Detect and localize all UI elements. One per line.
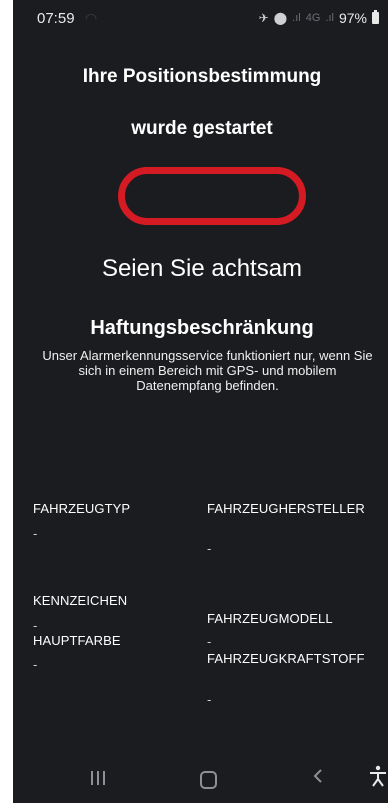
signal-icon: .ıl (292, 12, 301, 24)
plate-value: - (33, 618, 38, 633)
signal-icon-2: .ıl (325, 12, 334, 24)
heading-line-2: wurde gestartet (131, 118, 273, 139)
main-color-label: HAUPTFARBE (33, 633, 121, 648)
vehicle-type-label: FAHRZEUGTYP (33, 501, 131, 516)
status-bar: 07:59 ◠ ✈ ⬤ .ıl 4G .ıl 97% (13, 0, 388, 34)
vehicle-manufacturer-label: FAHRZEUGHERSTELLER (207, 501, 365, 516)
system-navigation-bar (13, 755, 388, 803)
accessibility-icon[interactable] (368, 765, 388, 787)
alert-indicator-frame (118, 167, 306, 225)
back-icon[interactable] (311, 767, 327, 785)
recents-icon[interactable] (91, 771, 105, 785)
location-icon: ⬤ (273, 11, 288, 25)
vehicle-type-value: - (33, 526, 38, 541)
plate-label: KENNZEICHEN (33, 593, 128, 608)
battery-icon (372, 10, 379, 24)
status-icons: ✈ ⬤ .ıl 4G .ıl 97% (259, 10, 379, 26)
network-type: 4G (305, 12, 321, 24)
battery-percent: 97% (338, 10, 367, 26)
vehicle-manufacturer-value: - (207, 541, 212, 556)
home-icon[interactable] (200, 771, 217, 789)
app-screen: 07:59 ◠ ✈ ⬤ .ıl 4G .ıl 97% Ihre Position… (13, 0, 388, 803)
vehicle-model-value: - (207, 634, 212, 649)
vehicle-fuel-label: FAHRZEUGKRAFTSTOFF (207, 651, 365, 666)
vehicle-model-label: FAHRZEUGMODELL (207, 611, 333, 626)
liability-text: Unser Alarmerkennungsservice funktionier… (42, 348, 373, 393)
liability-title: Haftungsbeschränkung (90, 317, 314, 339)
heading-line-1: Ihre Positionsbestimmung (82, 66, 322, 87)
alert-message: Seien Sie achtsam (101, 255, 303, 282)
notification-icon: ◠ (85, 10, 98, 26)
wifi-calling-icon: ✈ (258, 11, 269, 25)
status-time: 07:59 (37, 10, 75, 27)
main-color-value: - (33, 657, 38, 672)
vehicle-fuel-value: - (207, 692, 212, 707)
